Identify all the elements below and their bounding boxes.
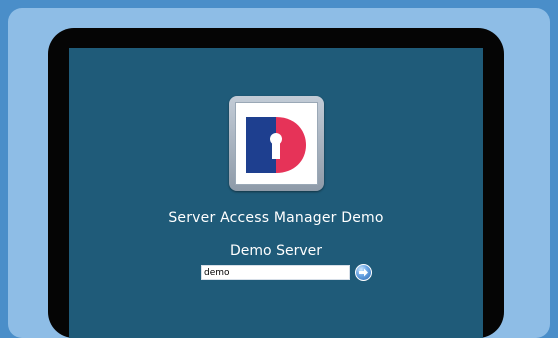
server-access-manager-logo-icon — [246, 117, 306, 173]
server-name: Demo Server — [230, 243, 322, 259]
app-logo — [235, 102, 318, 185]
arrow-right-icon — [359, 268, 368, 277]
login-submit-button[interactable] — [355, 264, 372, 281]
username-field[interactable] — [201, 265, 350, 280]
login-screen: Server Access Manager Demo Demo Server — [69, 48, 483, 338]
app-title: Server Access Manager Demo — [168, 210, 384, 226]
app-logo-tile — [229, 96, 324, 191]
